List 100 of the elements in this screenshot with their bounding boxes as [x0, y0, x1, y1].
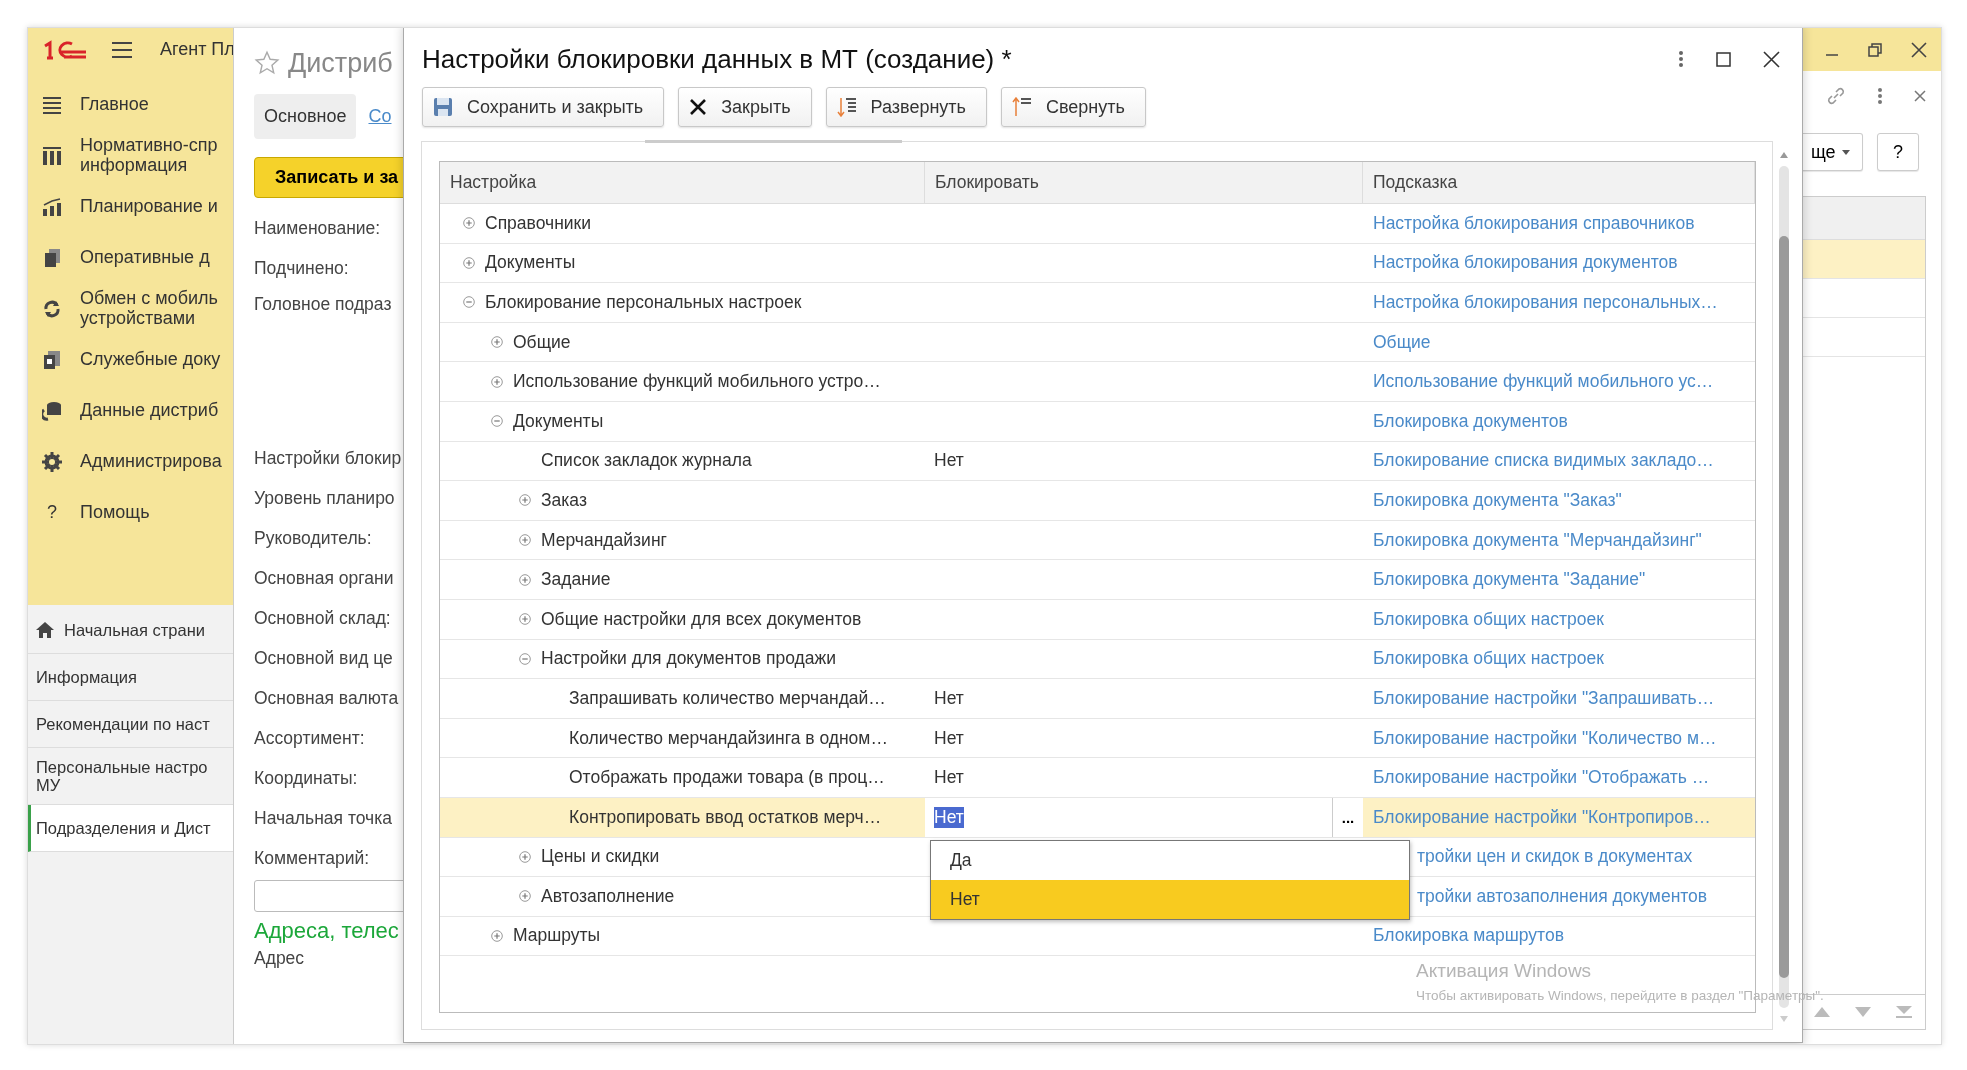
hint-link[interactable]: Блокировка документа "Заказ" — [1373, 489, 1622, 511]
scroll-down-icon[interactable] — [1780, 1016, 1788, 1022]
expand-icon[interactable] — [463, 256, 475, 269]
field-label: Руководитель: — [254, 527, 372, 549]
expand-icon[interactable] — [463, 217, 475, 230]
maximize-icon[interactable] — [1716, 51, 1731, 67]
up-icon[interactable] — [1813, 1007, 1830, 1017]
expand-icon[interactable] — [491, 930, 503, 942]
expand-icon[interactable] — [519, 613, 531, 626]
hint-link[interactable]: Настройка блокирования документов — [1373, 252, 1678, 274]
menu-icon[interactable] — [112, 41, 132, 58]
section-item[interactable]: Планирование и — [28, 181, 233, 232]
field-label: Основной вид це — [254, 647, 393, 669]
restore-icon[interactable] — [1868, 42, 1882, 57]
document-icon — [42, 349, 62, 370]
hint-link[interactable]: Блокирование списка видимых закладо… — [1373, 450, 1714, 472]
link-icon[interactable] — [1826, 86, 1847, 106]
app-title: Агент Пл — [160, 39, 235, 60]
hint-link[interactable]: тройки цен и скидок в документах — [1417, 846, 1693, 868]
database-icon — [42, 400, 62, 421]
hint-link[interactable]: Блокировка документов — [1373, 410, 1568, 432]
hint-link[interactable]: Блокирование настройки "Запрашивать… — [1373, 687, 1715, 709]
help-icon: ? — [42, 502, 62, 523]
field-label: Координаты: — [254, 767, 358, 789]
expand-icon[interactable] — [491, 336, 503, 349]
collapse-list-icon — [1011, 97, 1032, 117]
toolbar-button[interactable]: Сохранить и закрыть — [422, 87, 665, 127]
section-item[interactable]: Данные дистриб — [28, 385, 233, 436]
more-icon[interactable] — [1877, 87, 1883, 105]
hint-link[interactable]: Общие — [1373, 331, 1431, 353]
toolbar-button[interactable]: Закрыть — [678, 87, 812, 127]
setting-name: Автозаполнение — [541, 885, 675, 907]
hint-link[interactable]: Блокировка документа "Задание" — [1373, 569, 1646, 591]
more-button[interactable]: ще — [1801, 133, 1863, 171]
field-label: Основная органи — [254, 567, 394, 589]
setting-value: Нет — [934, 727, 964, 749]
star-icon[interactable] — [254, 50, 280, 76]
expand-icon[interactable] — [519, 573, 531, 586]
section-item[interactable]: ? Помощь — [28, 487, 233, 538]
collapse-icon[interactable] — [463, 296, 475, 309]
expand-icon[interactable] — [519, 890, 531, 903]
setting-name: Список закладок журнала — [541, 450, 752, 472]
section-item[interactable]: Оперативные д — [28, 232, 233, 283]
collapse-icon[interactable] — [491, 415, 503, 428]
documents-icon — [42, 247, 62, 268]
expand-icon[interactable] — [519, 850, 531, 863]
section-item[interactable]: Главное — [28, 79, 233, 130]
hint-link[interactable]: Настройка блокирования справочников — [1373, 212, 1695, 234]
close-icon[interactable] — [1763, 50, 1780, 68]
hint-link[interactable]: Блокировка документа "Мерчандайзинг" — [1373, 529, 1702, 551]
expand-icon[interactable] — [519, 534, 531, 547]
section-item[interactable]: Служебные доку — [28, 334, 233, 385]
field-label: Уровень планиро — [254, 487, 395, 509]
section-item[interactable]: Администрирова — [28, 436, 233, 487]
setting-value: Нет — [934, 687, 964, 709]
close-icon[interactable] — [1910, 41, 1927, 58]
setting-value: Нет — [934, 767, 964, 789]
field-label: Подчинено: — [254, 257, 349, 279]
hint-link[interactable]: тройки автозаполнения документов — [1417, 885, 1708, 907]
expand-icon[interactable] — [519, 494, 531, 507]
settings-icon — [42, 451, 62, 472]
close-icon — [689, 98, 708, 116]
section-heading: Адреса, телес — [254, 918, 400, 944]
to-end-icon[interactable] — [1896, 1006, 1913, 1018]
setting-name: Запрашивать количество мерчандай… — [569, 687, 886, 709]
setting-name: Заказ — [541, 489, 587, 511]
column-header[interactable]: Подсказка — [1363, 162, 1755, 203]
setting-name: Справочники — [485, 212, 592, 234]
collapse-icon[interactable] — [519, 652, 531, 665]
section-item[interactable]: Нормативно-спр информация — [28, 130, 233, 181]
help-button[interactable]: ? — [1877, 133, 1919, 171]
activation-notice-title: Активация Windows — [1416, 960, 1593, 982]
setting-name: Настройки для документов продажи — [541, 648, 836, 670]
setting-name: Маршруты — [513, 925, 601, 947]
section-item[interactable]: Обмен с мобиль устройствами — [28, 283, 233, 334]
toolbar-button[interactable]: Свернуть — [1000, 87, 1146, 127]
dialog-title: Настройки блокировки данных в МТ (создание) * — [422, 43, 1012, 75]
toolbar-button[interactable]: Развернуть — [825, 87, 987, 127]
hint-link[interactable]: Блокирование настройки "Количество м… — [1373, 727, 1717, 749]
dropdown-option[interactable]: Да — [931, 840, 1409, 880]
logo-icon — [42, 38, 88, 61]
page-item[interactable]: Подразделения и Дист — [28, 805, 233, 853]
hint-link[interactable]: Блокировка общих настроек — [1373, 608, 1604, 630]
setting-name: Цены и скидки — [541, 846, 660, 868]
setting-value: Нет — [934, 450, 964, 472]
caret-icon — [1841, 149, 1850, 155]
hint-link[interactable]: Настройка блокирования персональных… — [1373, 292, 1718, 313]
column-header[interactable]: Настройка — [440, 162, 925, 203]
form-tab[interactable]: Со — [358, 94, 402, 139]
form-tab[interactable]: Основное — [254, 94, 357, 139]
hint-link[interactable]: Использование функций мобильного ус… — [1373, 371, 1714, 393]
more-icon[interactable] — [1678, 50, 1684, 68]
hint-link[interactable]: Блокировка общих настроек — [1373, 648, 1604, 670]
hint-link[interactable]: Блокировка маршрутов — [1373, 925, 1564, 947]
expand-icon[interactable] — [491, 375, 503, 388]
column-header[interactable]: Блокировать — [925, 162, 1363, 203]
down-icon[interactable] — [1855, 1007, 1871, 1017]
scroll-up-icon[interactable] — [1780, 152, 1788, 158]
dropdown-option[interactable]: Нет — [931, 879, 1409, 919]
hint-link[interactable]: Блокирование настройки "Отображать … — [1373, 767, 1710, 789]
